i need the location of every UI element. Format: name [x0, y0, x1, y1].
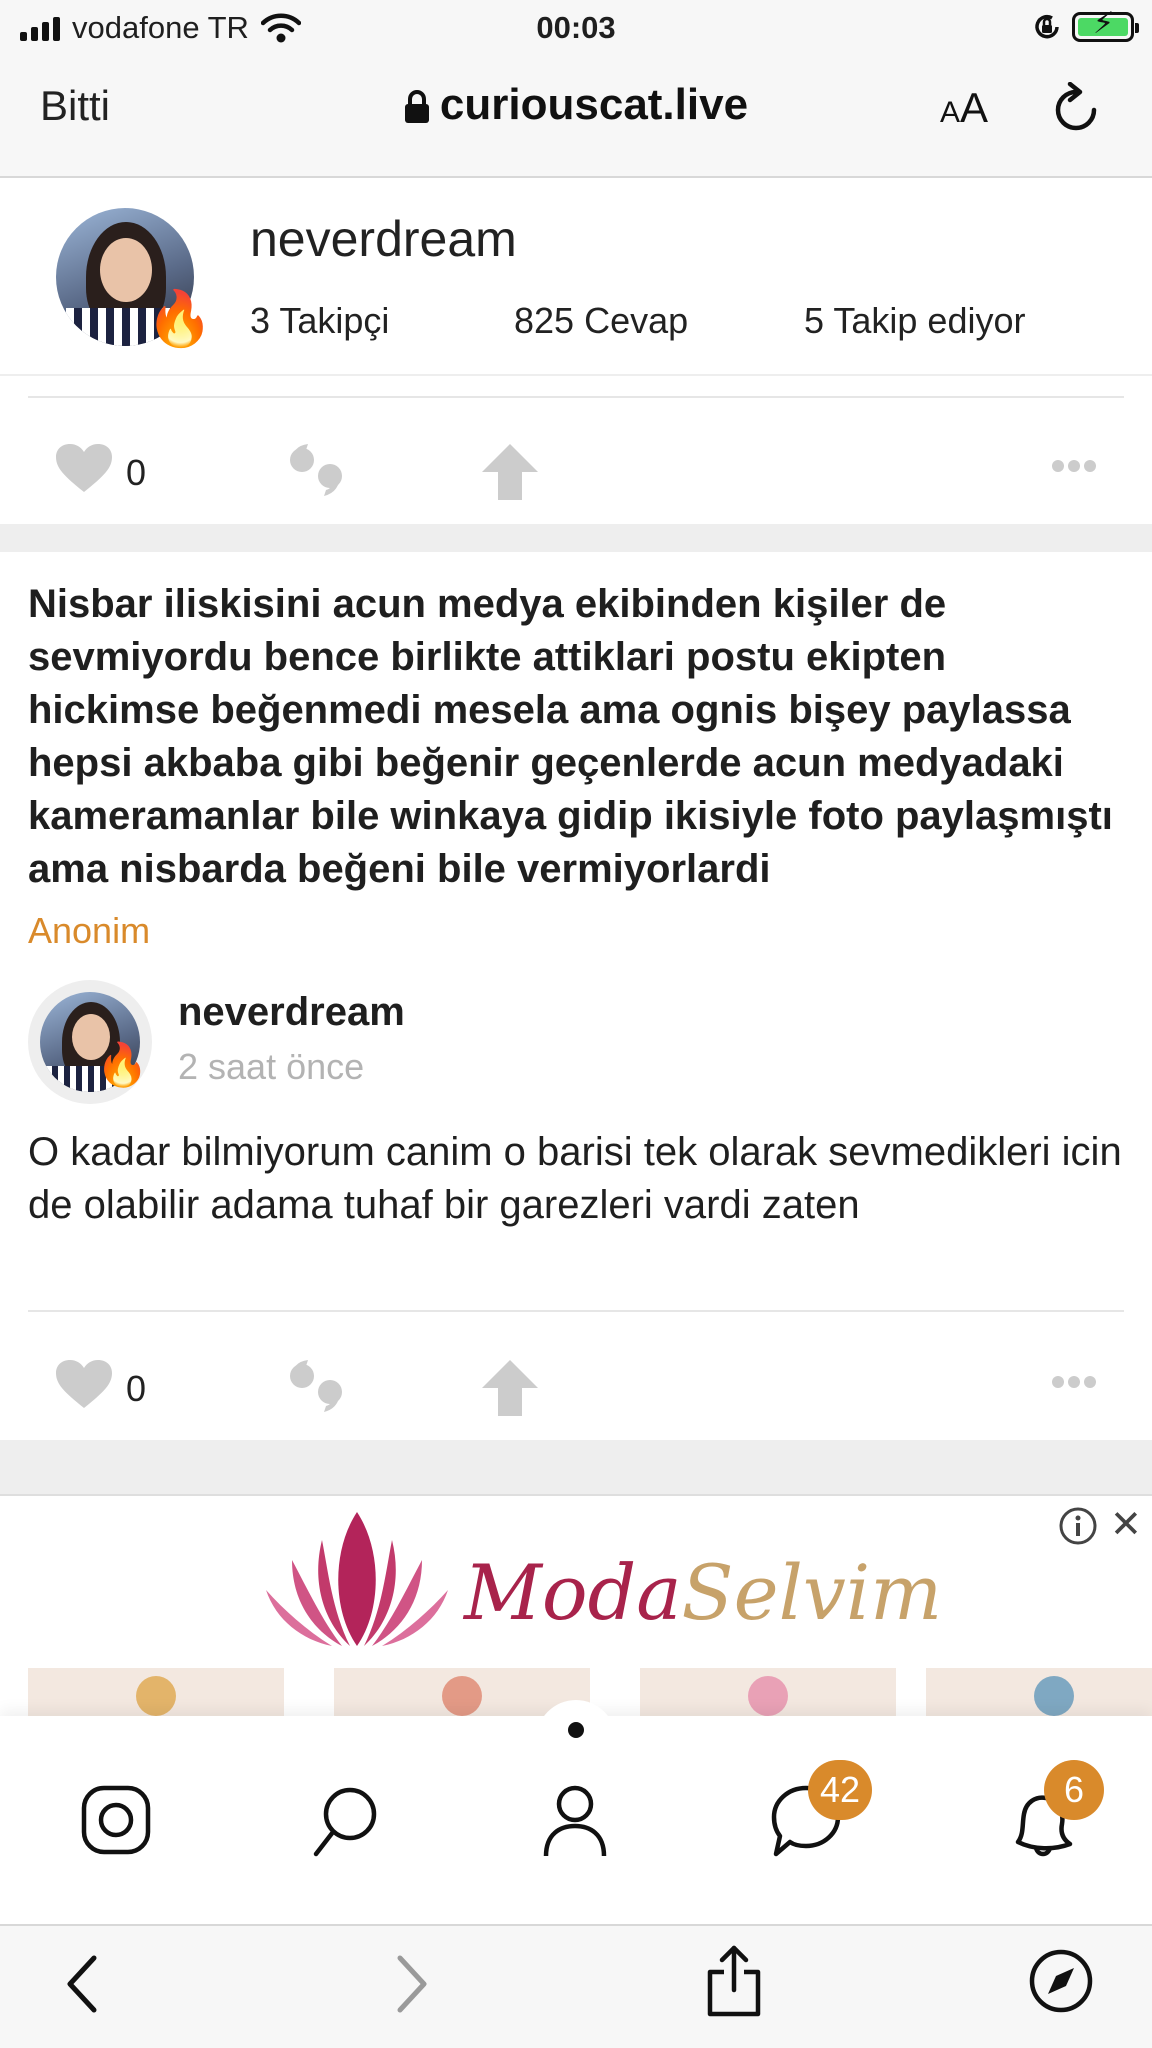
profile-username[interactable]: neverdream: [250, 210, 517, 268]
quote-icon[interactable]: [286, 1358, 348, 1414]
reload-icon[interactable]: [1052, 82, 1100, 134]
status-time: 00:03: [536, 10, 616, 45]
more-icon[interactable]: [1050, 1374, 1098, 1390]
answers-count[interactable]: 825 Cevap: [514, 300, 688, 342]
fire-icon: 🔥: [146, 289, 214, 349]
followers-count[interactable]: 3 Takipçi: [250, 300, 389, 342]
forward-icon[interactable]: [392, 1954, 432, 2014]
ad-brand-name: ModaSelvim: [464, 1548, 942, 1637]
battery-icon: ⚡: [1072, 9, 1139, 42]
ad-product-image: [926, 1668, 1152, 1716]
ad-product-image: [28, 1668, 284, 1716]
status-bar: vodafone TR 00:03 ⚡: [0, 0, 1152, 58]
section-gap: [0, 1440, 1152, 1494]
url-text: curiouscat.live: [439, 80, 749, 129]
quote-icon[interactable]: [286, 442, 348, 498]
ad-brand-part1: Moda: [464, 1548, 682, 1637]
ad-banner[interactable]: ✕ ModaSelvim: [0, 1494, 1152, 1716]
browser-toolbar: [0, 1924, 1152, 2048]
lock-icon: [404, 90, 429, 124]
status-right: ⚡: [1032, 9, 1139, 42]
heart-icon[interactable]: [54, 442, 114, 494]
profile-header: 🔥 neverdream 3 Takipçi 825 Cevap 5 Takip…: [0, 180, 1152, 376]
lotus-logo-icon: [266, 1512, 448, 1646]
question-text: Nisbar iliskisini acun medya ekibinden k…: [28, 582, 1113, 891]
more-icon[interactable]: [1050, 458, 1098, 474]
divider: [28, 1310, 1124, 1312]
notifications-badge: 6: [1044, 1760, 1104, 1820]
answer-timestamp: 2 saat önce: [178, 1046, 365, 1087]
text-size-button[interactable]: AA: [940, 84, 988, 132]
like-count: 0: [126, 1368, 147, 1409]
share-icon[interactable]: [480, 1358, 540, 1418]
browser-header: Bitti curiouscat.live AA: [0, 58, 1152, 178]
section-gap: [0, 524, 1152, 552]
profile-icon[interactable]: [542, 1784, 608, 1858]
share-icon[interactable]: [480, 442, 540, 502]
info-icon[interactable]: [1058, 1506, 1098, 1546]
asker-name: Anonim: [28, 910, 151, 951]
compass-icon[interactable]: [1028, 1948, 1094, 2014]
back-icon[interactable]: [62, 1954, 102, 2014]
camera-icon[interactable]: [80, 1784, 152, 1856]
orientation-lock-icon: [1035, 14, 1059, 39]
post-actions: 0: [0, 408, 1152, 528]
text-size-large: A: [960, 84, 989, 131]
share-sheet-icon[interactable]: [704, 1944, 764, 2018]
answer-text: O kadar bilmiyorum canim o barisi tek ol…: [28, 1130, 1122, 1227]
following-count[interactable]: 5 Takip ediyor: [804, 300, 1025, 342]
ad-product-image: [640, 1668, 896, 1716]
fire-icon: 🔥: [96, 1041, 149, 1088]
heart-icon[interactable]: [54, 1358, 114, 1410]
answerer-name[interactable]: neverdream: [178, 990, 405, 1035]
like-count: 0: [126, 452, 147, 493]
post-actions: 0: [0, 1324, 1152, 1444]
divider: [28, 396, 1124, 398]
nav-indicator-dot: [568, 1722, 584, 1738]
search-icon[interactable]: [310, 1784, 382, 1858]
close-icon[interactable]: ✕: [1110, 1502, 1142, 1547]
messages-badge: 42: [808, 1760, 873, 1820]
ad-brand-part2: Selvim: [681, 1548, 943, 1637]
text-size-small: A: [940, 96, 961, 129]
